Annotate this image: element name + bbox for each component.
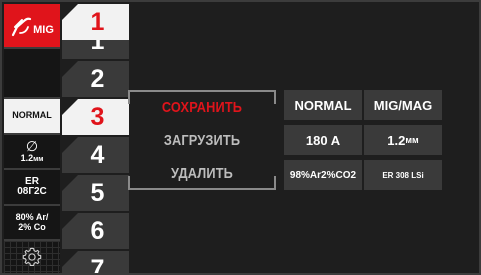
process-label: MIG [33,23,54,36]
mig-torch-icon [12,17,32,36]
delete-button[interactable]: УДАЛИТЬ [139,158,265,188]
wire-diameter-value: 1.2мм [20,153,44,164]
gear-icon [22,247,42,266]
slot-5-tab[interactable]: 5 [62,175,129,211]
memory-slot-list: 1 2 3 4 5 6 7 1 [62,4,129,273]
slot-2-tab[interactable]: 2 [62,61,129,97]
slot-parameters: NORMAL MIG/MAG 180 A 1.2 мм 98%Ar2%CO2 ER… [284,90,442,190]
slot-4-tab[interactable]: 4 [62,137,129,173]
mode-indicator[interactable]: NORMAL [4,99,60,133]
slot-7-tab[interactable]: 7 [62,251,129,273]
process-indicator[interactable]: MIG [4,4,60,47]
welder-screen: MIG NORMAL ∅ 1.2мм ER 08Г2С 80% Ar/ 2% C… [0,0,481,275]
save-button[interactable]: СОХРАНИТЬ [139,92,265,122]
action-menu: СОХРАНИТЬ ЗАГРУЗИТЬ УДАЛИТЬ [128,90,276,190]
settings-button[interactable] [4,241,60,273]
wire-diameter-indicator[interactable]: ∅ 1.2мм [4,135,60,168]
slot-6-tab[interactable]: 6 [62,213,129,249]
process-badge: MIG [10,15,54,37]
slot-3-tab[interactable]: 3 [62,99,129,135]
slot-1-highlight[interactable]: 1 [62,4,129,40]
empty-cell [4,49,60,97]
gas-indicator[interactable]: 80% Ar/ 2% Co [4,206,60,239]
info-mode: NORMAL [284,90,362,120]
load-button[interactable]: ЗАГРУЗИТЬ [139,125,265,155]
info-wire-diameter: 1.2 мм [364,125,442,155]
info-gas: 98%Ar2%CO2 [284,160,362,190]
mode-label: NORMAL [12,110,52,121]
wire-type-line2: 08Г2С [17,186,47,197]
info-process: MIG/MAG [364,90,442,120]
diameter-icon: ∅ [25,138,39,155]
info-wire-type: ER 308 LSi [364,160,442,190]
gas-line2: 2% Co [18,221,46,232]
info-current: 180 A [284,125,362,155]
status-sidebar: MIG NORMAL ∅ 1.2мм ER 08Г2С 80% Ar/ 2% C… [4,4,60,273]
wire-type-indicator[interactable]: ER 08Г2С [4,170,60,204]
